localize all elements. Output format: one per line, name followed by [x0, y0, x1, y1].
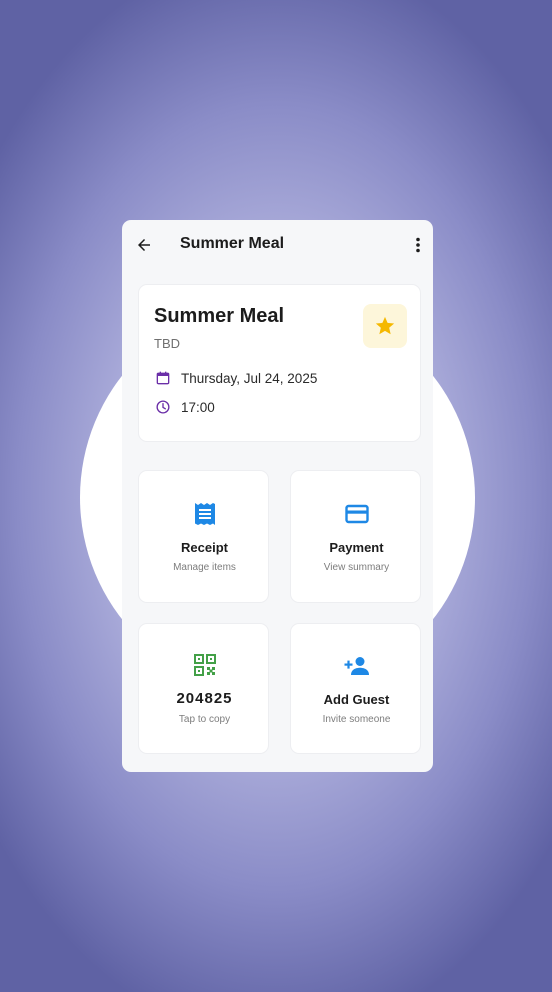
calendar-icon — [154, 369, 172, 387]
payment-subtitle: View summary — [323, 562, 390, 573]
app-screen: Summer Meal Summer Meal TBD Thursday, Ju… — [122, 220, 433, 772]
add-guest-tile[interactable]: Add Guest Invite someone — [290, 623, 421, 754]
payment-tile[interactable]: Payment View summary — [290, 470, 421, 603]
receipt-title: Receipt — [181, 540, 228, 555]
receipt-icon — [139, 501, 270, 527]
event-location: TBD — [154, 336, 180, 351]
payment-title: Payment — [329, 540, 384, 555]
person-add-icon — [291, 653, 422, 679]
receipt-subtitle: Manage items — [173, 562, 236, 573]
event-code-value: 204825 — [176, 690, 233, 707]
add-guest-subtitle: Invite someone — [322, 714, 391, 725]
event-code-hint: Tap to copy — [178, 714, 231, 725]
add-guest-title: Add Guest — [323, 692, 390, 707]
arrow-left-icon — [138, 239, 150, 251]
qr-code-icon — [139, 652, 270, 678]
event-summary-card: Summer Meal TBD Thursday, Jul 24, 2025 1… — [138, 284, 421, 442]
more-vertical-icon — [416, 237, 420, 253]
credit-card-icon — [291, 501, 422, 527]
star-icon — [375, 316, 395, 335]
favorite-button[interactable] — [363, 304, 407, 348]
app-bar-title: Summer Meal — [180, 235, 285, 252]
event-time-row: 17:00 — [154, 398, 215, 416]
back-button[interactable] — [133, 234, 155, 256]
event-date: Thursday, Jul 24, 2025 — [181, 370, 318, 386]
event-time: 17:00 — [181, 399, 215, 415]
app-bar: Summer Meal — [122, 220, 433, 270]
clock-icon — [154, 398, 172, 416]
receipt-tile[interactable]: Receipt Manage items — [138, 470, 269, 603]
event-title: Summer Meal — [154, 305, 285, 327]
event-date-row: Thursday, Jul 24, 2025 — [154, 369, 317, 387]
more-options-button[interactable] — [411, 234, 425, 256]
event-code-tile[interactable]: 204825 Tap to copy — [138, 623, 269, 754]
